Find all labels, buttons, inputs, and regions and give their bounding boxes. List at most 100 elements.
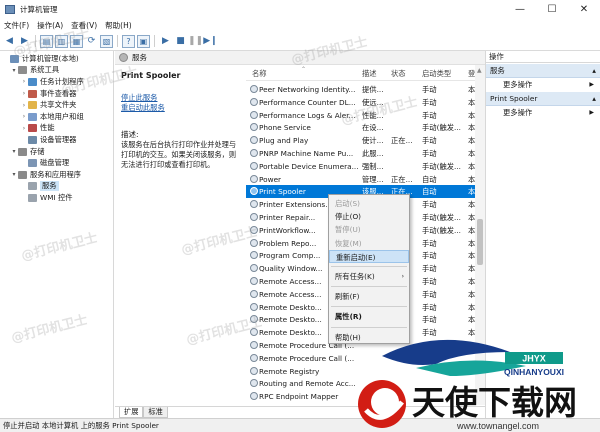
- minimize-button[interactable]: —: [504, 0, 536, 18]
- context-menu-item[interactable]: 停止(O): [329, 210, 409, 223]
- tree-item[interactable]: › 共享文件夹: [0, 99, 113, 111]
- help-icon[interactable]: ?: [122, 34, 135, 48]
- cell-startup: 手动: [422, 238, 437, 248]
- cell-desc: 提供...: [362, 85, 384, 94]
- table-row[interactable]: PNRP Machine Name Pu... 此服... 手动 本: [246, 147, 475, 160]
- collapsed-arrow-icon[interactable]: ›: [20, 125, 28, 132]
- services-list-header: 名称 ⌃ 描述 状态 启动类型 登: [246, 65, 475, 81]
- cell-logon: 本: [468, 149, 475, 158]
- pause-service-icon[interactable]: ❚❚: [188, 35, 203, 48]
- cell-name: Power: [259, 174, 282, 184]
- table-row[interactable]: Power 管理... 正在... 自动 本: [246, 173, 475, 186]
- cell-desc: 使计...: [362, 136, 384, 146]
- cell-startup: 手动(触发...: [422, 213, 461, 222]
- restart-service-link[interactable]: 重启动此服务: [121, 103, 237, 113]
- cell-desc: 在设...: [362, 123, 384, 133]
- cell-logon: 本: [468, 238, 475, 248]
- maximize-button[interactable]: ☐: [536, 0, 568, 18]
- tree-item[interactable]: WMI 控件: [0, 192, 113, 204]
- table-row[interactable]: Plug and Play 使计... 正在... 手动 本: [246, 134, 475, 147]
- table-row[interactable]: Peer Networking Identity... 提供... 手动 本: [246, 83, 475, 96]
- context-menu-item[interactable]: 刷新(F): [329, 290, 409, 303]
- cell-logon: 本: [468, 110, 475, 120]
- tree-item-label: WMI 控件: [40, 192, 73, 202]
- actions-section-services[interactable]: 服务 ▴: [486, 64, 600, 78]
- tree-item-label: 服务和应用程序: [30, 169, 82, 179]
- cell-startup: 手动(触发...: [422, 225, 461, 235]
- start-service-icon[interactable]: ▶: [159, 35, 172, 48]
- table-row[interactable]: Portable Device Enumera... 强制... 手动(触发... 本: [246, 160, 475, 173]
- cell-startup: 手动: [422, 97, 437, 107]
- console-icon[interactable]: ▣: [137, 34, 150, 48]
- column-logon[interactable]: 登: [468, 69, 475, 79]
- tree-item[interactable]: › 本地用户和组: [0, 111, 113, 123]
- context-menu-item[interactable]: 属性(R): [329, 310, 409, 323]
- cell-logon: 本: [468, 225, 475, 235]
- tree-item[interactable]: 设备管理器: [0, 134, 113, 146]
- collapse-up-icon[interactable]: ▴: [592, 64, 596, 77]
- tree-item-label: 性能: [40, 123, 55, 133]
- tree-item[interactable]: › 性能: [0, 123, 113, 135]
- column-status[interactable]: 状态: [391, 69, 406, 79]
- tree-item[interactable]: 磁盘管理: [0, 157, 113, 169]
- collapse-up-icon[interactable]: ▴: [592, 92, 596, 105]
- more-actions-services[interactable]: 更多操作 ▶: [486, 78, 600, 91]
- collapsed-arrow-icon[interactable]: ›: [20, 78, 28, 85]
- tree-item-label: 服务: [40, 181, 59, 192]
- cell-desc: 强制...: [362, 161, 384, 171]
- menu-separator: [331, 306, 407, 308]
- cell-logon: 本: [468, 85, 475, 94]
- context-menu-item[interactable]: 恢复(M): [329, 237, 409, 250]
- menu-help[interactable]: 帮助(H): [101, 20, 136, 31]
- disk-icon: [28, 159, 37, 168]
- context-menu-label: 暂停(U): [335, 225, 361, 235]
- tab-standard[interactable]: 标准: [143, 407, 168, 418]
- collapsed-arrow-icon[interactable]: ›: [20, 102, 28, 109]
- performance-icon: [28, 124, 37, 133]
- menu-separator: [331, 326, 407, 328]
- context-menu-item[interactable]: 暂停(U): [329, 223, 409, 236]
- menu-file[interactable]: 文件(F): [0, 20, 33, 31]
- context-menu-item[interactable]: 重新启动(E): [329, 249, 409, 263]
- tree-item[interactable]: 服务: [0, 181, 113, 193]
- scroll-thumb[interactable]: [477, 219, 483, 265]
- context-menu-item[interactable]: 启动(S): [329, 197, 409, 210]
- restart-service-icon[interactable]: ▶❙: [203, 35, 217, 48]
- scroll-up-icon[interactable]: ▲: [477, 67, 482, 74]
- collapsed-arrow-icon[interactable]: ›: [20, 90, 28, 97]
- more-actions-print-spooler[interactable]: 更多操作 ▶: [486, 106, 600, 119]
- collapsed-arrow-icon[interactable]: ›: [20, 113, 28, 120]
- cell-logon: 本: [468, 187, 475, 197]
- cell-logon: 本: [468, 264, 475, 274]
- menu-bar: 文件(F) 操作(A) 查看(V) 帮助(H): [0, 18, 600, 32]
- window-title: 计算机管理: [20, 4, 58, 14]
- cell-name: Portable Device Enumera...: [259, 161, 359, 171]
- expanded-arrow-icon[interactable]: ▾: [10, 148, 18, 155]
- export-list-icon[interactable]: ▧: [100, 34, 113, 48]
- column-description[interactable]: 描述: [362, 69, 377, 79]
- service-gear-icon: [250, 161, 258, 170]
- expanded-arrow-icon[interactable]: ▾: [10, 67, 18, 74]
- title-bar: 计算机管理 — ☐ ✕: [0, 0, 600, 18]
- stop-service-link[interactable]: 停止此服务: [121, 93, 237, 103]
- cell-logon: 本: [468, 277, 475, 286]
- chevron-right-icon: ▶: [589, 109, 594, 116]
- cell-startup: 手动: [422, 136, 437, 146]
- actions-section-print-spooler[interactable]: Print Spooler ▴: [486, 92, 600, 106]
- column-startup-type[interactable]: 启动类型: [422, 69, 451, 79]
- context-menu-item[interactable]: 所有任务(K) ›: [329, 270, 409, 283]
- sort-ascending-icon: ⌃: [301, 66, 307, 73]
- tab-extended[interactable]: 扩展: [119, 407, 144, 418]
- cell-logon: 本: [468, 174, 475, 184]
- stop-service-icon[interactable]: ■: [174, 35, 187, 48]
- column-name[interactable]: 名称: [252, 69, 267, 79]
- description-text: 该服务在后台执行打印作业并处理与打印机的交互。如果关闭该服务，则无法进行打印或查…: [121, 140, 237, 169]
- cell-status: 正在...: [391, 174, 413, 184]
- close-button[interactable]: ✕: [568, 0, 600, 18]
- services-apps-icon: [18, 170, 27, 179]
- tree-item[interactable]: ▾ 存储: [0, 146, 113, 158]
- service-gear-icon: [250, 174, 258, 183]
- service-gear-icon: [250, 85, 258, 93]
- tree-item[interactable]: ▾ 服务和应用程序: [0, 169, 113, 181]
- expanded-arrow-icon[interactable]: ▾: [10, 171, 18, 178]
